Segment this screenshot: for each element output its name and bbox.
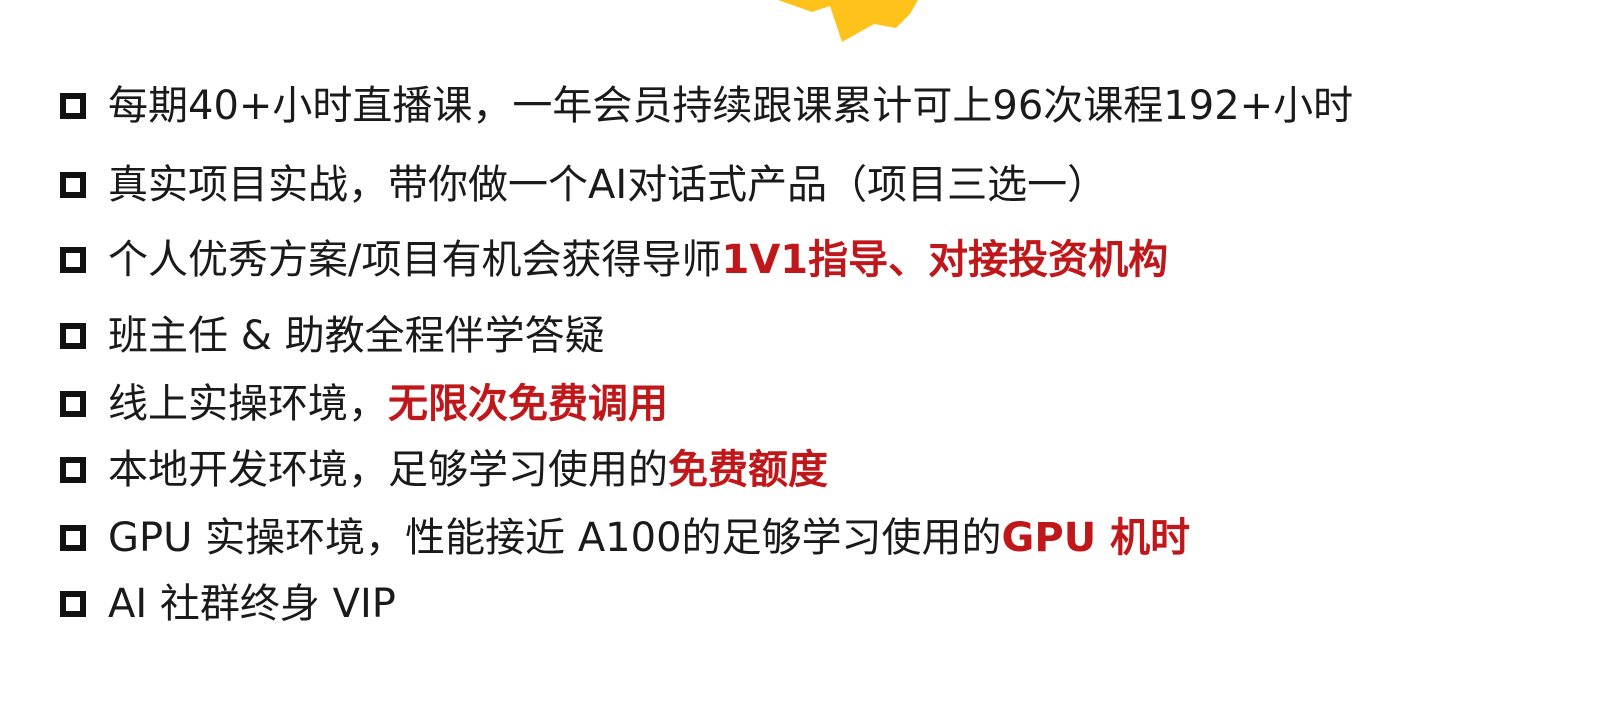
benefit-text: 个人优秀方案/项目有机会获得导师 [108, 237, 722, 283]
benefit-text: GPU 实操环境，性能接近 A100的足够学习使用的 [108, 515, 1002, 561]
checkbox-icon [60, 323, 86, 349]
benefit-item: 真实项目实战，带你做一个AI对话式产品（项目三选一） [60, 155, 1107, 215]
benefit-highlight-text: 免费额度 [668, 447, 828, 493]
benefit-item: AI 社群终身 VIP [60, 574, 396, 634]
benefit-highlight-text: GPU 机时 [1001, 515, 1191, 561]
benefit-text: 本地开发环境，足够学习使用的 [108, 447, 668, 493]
benefit-text: 每期40+小时直播课，一年会员持续跟课累计可上96次课程192+小时 [108, 83, 1354, 129]
benefit-highlight-text: 无限次免费调用 [388, 381, 668, 427]
checkbox-icon [60, 391, 86, 417]
checkbox-icon [60, 457, 86, 483]
checkbox-icon [60, 172, 86, 198]
benefit-item: 个人优秀方案/项目有机会获得导师 1V1指导、对接投资机构 [60, 230, 1168, 290]
checkbox-icon [60, 591, 86, 617]
benefit-text: 真实项目实战，带你做一个AI对话式产品（项目三选一） [108, 162, 1108, 208]
checkbox-icon [60, 525, 86, 551]
benefit-item: 每期40+小时直播课，一年会员持续跟课累计可上96次课程192+小时 [60, 76, 1353, 136]
benefit-item: GPU 实操环境，性能接近 A100的足够学习使用的 GPU 机时 [60, 508, 1190, 568]
checkbox-icon [60, 93, 86, 119]
benefit-item: 线上实操环境， 无限次免费调用 [60, 374, 668, 434]
benefit-text: 线上实操环境， [108, 381, 388, 427]
benefit-text: 班主任 & 助教全程伴学答疑 [108, 313, 605, 359]
benefit-item: 班主任 & 助教全程伴学答疑 [60, 306, 605, 366]
benefit-list: 每期40+小时直播课，一年会员持续跟课累计可上96次课程192+小时 真实项目实… [0, 0, 1615, 714]
benefit-item: 本地开发环境，足够学习使用的 免费额度 [60, 440, 828, 500]
benefit-highlight-text: 1V1指导、对接投资机构 [721, 237, 1169, 283]
benefit-text: AI 社群终身 VIP [108, 581, 396, 627]
checkbox-icon [60, 247, 86, 273]
